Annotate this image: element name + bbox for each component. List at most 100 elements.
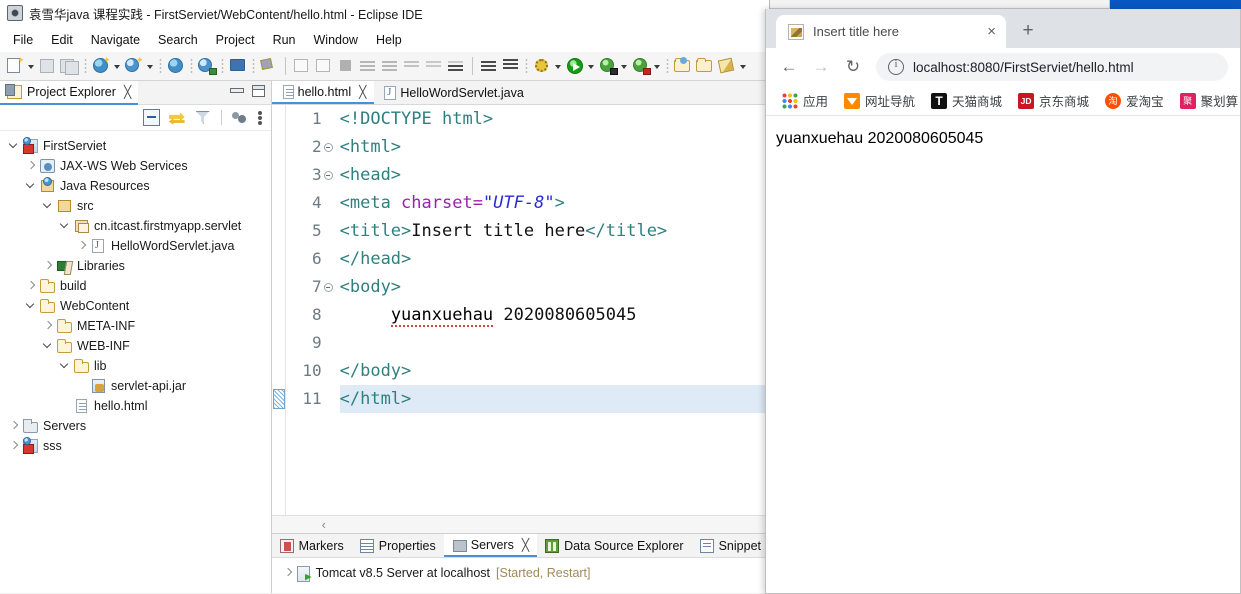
code-line[interactable]: <meta charset="UTF-8">: [340, 189, 769, 217]
info-circle-icon[interactable]: [888, 58, 904, 75]
tree-item[interactable]: JAX-WS Web Services: [0, 156, 271, 176]
debug-dropdown-arrow[interactable]: [553, 55, 564, 77]
fold-collapse-icon[interactable]: [323, 283, 333, 292]
filter-icon[interactable]: [195, 109, 212, 126]
code-line[interactable]: yuanxuehau 2020080605045: [340, 301, 769, 329]
code-line[interactable]: </head>: [340, 245, 769, 273]
tree-item[interactable]: FirstServiet: [0, 136, 271, 156]
new-server-icon[interactable]: ✦: [123, 55, 145, 77]
tree-item[interactable]: Servers: [0, 416, 271, 436]
new-web-project-icon[interactable]: ✦: [90, 55, 112, 77]
code-line[interactable]: <!DOCTYPE html>: [340, 105, 769, 133]
tree-item[interactable]: WEB-INF: [0, 336, 271, 356]
browser-tab[interactable]: Insert title here ×: [776, 15, 1006, 48]
bookmark-item[interactable]: 天猫商城: [923, 91, 1010, 110]
chevron-down-icon[interactable]: [23, 296, 39, 316]
maximize-view-button[interactable]: [251, 85, 265, 97]
menu-navigate[interactable]: Navigate: [83, 30, 148, 50]
open-console-icon[interactable]: [227, 55, 249, 77]
code-line[interactable]: [340, 329, 769, 357]
bookmark-item[interactable]: 网址导航: [836, 91, 923, 110]
editor-tab-hellowordservlet-java[interactable]: HelloWordServlet.java: [374, 81, 532, 104]
project-tree[interactable]: FirstServiet JAX-WS Web Services Java Reso…: [0, 131, 271, 593]
editor-marker-bar[interactable]: [271, 105, 286, 515]
bottom-tab-snippet[interactable]: Snippet: [692, 534, 769, 557]
bookmark-item[interactable]: 京东商城: [1010, 91, 1097, 110]
focus-on-active-task-icon[interactable]: [231, 109, 248, 126]
menu-search[interactable]: Search: [150, 30, 206, 50]
chevron-down-icon[interactable]: [57, 356, 73, 376]
editor-tab-hello-html[interactable]: hello.html ╳: [271, 81, 375, 104]
run-dropdown-arrow[interactable]: [586, 55, 597, 77]
chevron-right-icon[interactable]: [23, 156, 39, 176]
chevron-down-icon[interactable]: [40, 336, 56, 356]
menu-run[interactable]: Run: [265, 30, 304, 50]
chevron-right-icon[interactable]: [280, 563, 296, 583]
bottom-tab-markers[interactable]: Markers: [272, 534, 352, 557]
chevron-down-icon[interactable]: [40, 196, 56, 216]
tree-item[interactable]: Java Resources: [0, 176, 271, 196]
tree-item[interactable]: cn.itcast.firstmyapp.servlet: [0, 216, 271, 236]
save-icon[interactable]: [37, 55, 59, 77]
bottom-tab-data-source-explorer[interactable]: Data Source Explorer: [537, 534, 692, 557]
minimize-view-button[interactable]: [229, 85, 244, 95]
new-java-class-icon[interactable]: [716, 55, 738, 77]
new-wizard-icon[interactable]: ✦: [4, 55, 26, 77]
menu-edit[interactable]: Edit: [43, 30, 81, 50]
code-line[interactable]: </html>: [339, 385, 769, 413]
collapse-all-icon[interactable]: [142, 109, 160, 126]
menu-file[interactable]: File: [5, 30, 41, 50]
chevron-down-icon[interactable]: [23, 176, 39, 196]
chevron-down-icon[interactable]: [6, 136, 22, 156]
code-text[interactable]: <!DOCTYPE html> <html> <head> <meta charset…: [326, 105, 769, 515]
code-line[interactable]: <html>: [340, 133, 769, 161]
fold-collapse-icon[interactable]: [323, 143, 333, 152]
new-tab-button[interactable]: +: [1014, 17, 1042, 45]
view-menu-icon[interactable]: [257, 109, 263, 126]
tree-item[interactable]: hello.html: [0, 396, 271, 416]
fold-collapse-icon[interactable]: [323, 171, 333, 180]
close-icon[interactable]: ╳: [359, 85, 366, 99]
code-editor[interactable]: 1 2 3 4 5 6 7 8 9 10 11 <!DOCTYPE html> <html> <head…: [271, 105, 769, 515]
code-line[interactable]: <head>: [340, 161, 769, 189]
tree-item[interactable]: WebContent: [0, 296, 271, 316]
close-icon[interactable]: ×: [987, 24, 996, 39]
open-perspective-icon[interactable]: [196, 55, 218, 77]
close-icon[interactable]: ╳: [522, 538, 529, 552]
chevron-down-icon[interactable]: [57, 216, 73, 236]
bookmark-item[interactable]: 应用: [774, 91, 836, 110]
bookmark-item[interactable]: 聚划算: [1172, 91, 1240, 110]
tree-item[interactable]: sss: [0, 436, 271, 456]
tree-item[interactable]: servlet-api.jar: [0, 376, 271, 396]
server-row[interactable]: Tomcat v8.5 Server at localhost [Started…: [272, 563, 769, 583]
run-icon[interactable]: [564, 55, 586, 77]
previous-annotation-icon[interactable]: [500, 55, 522, 77]
next-annotation-icon[interactable]: [478, 55, 500, 77]
bottom-tab-properties[interactable]: Properties: [352, 534, 444, 557]
scroll-left-icon[interactable]: ‹: [322, 517, 326, 532]
tree-item[interactable]: src: [0, 196, 271, 216]
menu-help[interactable]: Help: [368, 30, 410, 50]
tree-item[interactable]: Libraries: [0, 256, 271, 276]
tree-item[interactable]: build: [0, 276, 271, 296]
tree-item[interactable]: META-INF: [0, 316, 271, 336]
link-break-icon[interactable]: [258, 55, 280, 77]
code-line[interactable]: <body>: [340, 273, 769, 301]
save-all-icon[interactable]: [59, 55, 81, 77]
tab-project-explorer[interactable]: Project Explorer ╳: [0, 80, 139, 105]
back-button[interactable]: ←: [774, 52, 804, 82]
menu-window[interactable]: Window: [306, 30, 366, 50]
address-bar[interactable]: localhost:8080/FirstServiet/hello.html: [876, 53, 1228, 81]
chevron-right-icon[interactable]: [23, 276, 39, 296]
run-as-server-icon[interactable]: [597, 55, 619, 77]
bottom-tab-servers[interactable]: Servers ╳: [443, 534, 538, 557]
chevron-right-icon[interactable]: [40, 316, 56, 336]
open-resource-icon[interactable]: [694, 55, 716, 77]
chevron-right-icon[interactable]: [74, 236, 90, 256]
close-icon[interactable]: ╳: [124, 85, 131, 99]
chevron-right-icon[interactable]: [6, 416, 22, 436]
code-line[interactable]: <title>Insert title here</title>: [340, 217, 769, 245]
code-line[interactable]: </body>: [340, 357, 769, 385]
chevron-right-icon[interactable]: [6, 436, 22, 456]
open-web-browser-icon[interactable]: [165, 55, 187, 77]
